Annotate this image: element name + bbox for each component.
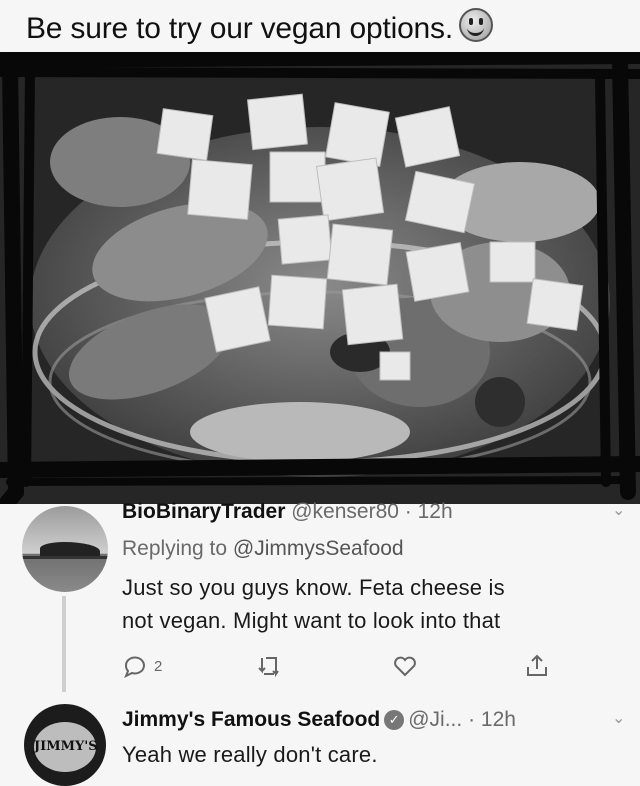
reply-action-bar: 2	[122, 652, 562, 682]
salad-photo	[0, 52, 640, 504]
reply-display-name[interactable]: BioBinaryTrader	[122, 500, 285, 523]
share-button[interactable]	[524, 652, 550, 680]
replying-to: Replying to @JimmysSeafood	[122, 537, 404, 561]
brand-display-name[interactable]: Jimmy's Famous Seafood	[122, 708, 380, 731]
reply-button[interactable]: 2	[122, 652, 162, 680]
reply-time[interactable]: 12h	[418, 500, 453, 523]
caption-text: Be sure to try our vegan options.	[26, 12, 453, 45]
brand-tweet-header: Jimmy's Famous Seafood ✓ @Ji... · 12h	[122, 708, 516, 732]
brand-time[interactable]: 12h	[481, 708, 516, 731]
reply-handle[interactable]: @kenser80	[291, 500, 399, 523]
thread-line	[62, 596, 66, 692]
dot-separator: ·	[398, 500, 418, 523]
smiley-emoji-icon	[458, 8, 493, 42]
like-icon	[394, 656, 416, 677]
replying-to-handle[interactable]: @JimmysSeafood	[233, 537, 404, 560]
chevron-down-icon[interactable]: ⌄	[612, 708, 625, 728]
brand-text: Yeah we really don't care.	[122, 742, 378, 767]
reply-tweet-header: BioBinaryTrader @kenser80 · 12h	[122, 500, 453, 524]
chevron-down-icon[interactable]: ⌄	[612, 500, 625, 520]
jimmys-logo: JIMMY'S	[34, 722, 98, 772]
reply-count: 2	[154, 657, 163, 675]
retweet-button[interactable]	[256, 652, 284, 680]
reply-text-line1: Just so you guys know. Feta cheese is	[122, 575, 505, 600]
dot-separator: ·	[462, 708, 481, 731]
verified-badge-icon: ✓	[384, 710, 405, 730]
reply-icon	[124, 656, 145, 678]
share-icon	[527, 654, 547, 676]
brand-handle[interactable]: @Ji...	[408, 708, 462, 731]
replying-prefix: Replying to	[122, 537, 233, 560]
reply-text-line2: not vegan. Might want to look into that	[122, 608, 501, 633]
avatar-jimmys-famous-seafood[interactable]: JIMMY'S	[24, 704, 106, 786]
salad-image	[0, 52, 640, 504]
caption: Be sure to try our vegan options.	[26, 8, 493, 46]
like-button[interactable]	[392, 652, 418, 680]
retweet-icon	[258, 657, 279, 678]
avatar-biobinarytrader[interactable]	[22, 506, 108, 592]
